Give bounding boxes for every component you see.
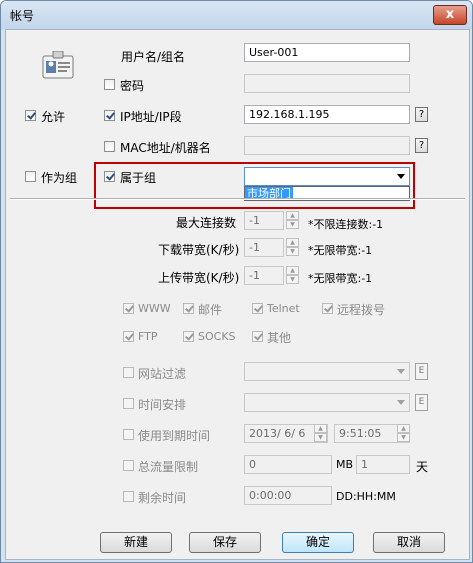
service-dialup-label: 远程拨号 [337,303,386,317]
password-checkbox[interactable] [104,79,115,90]
max-conn-input[interactable]: -1 [244,211,284,230]
cancel-button[interactable]: 取消 [373,532,445,553]
remaining-label: 剩余时间 [138,491,187,505]
allow-checkbox[interactable] [25,110,36,121]
service-mail-checkbox[interactable] [183,303,194,314]
window-title: 帐号 [10,9,35,23]
download-spinner[interactable]: ▲ ▼ [286,238,299,257]
account-dialog: 帐号 x 用户名/组名 User-001 密码 允许 IP地址/IP段 192.… [0,0,473,563]
service-ftp-label: FTP [138,330,158,343]
traffic-days-input[interactable]: 1 [356,455,410,474]
traffic-checkbox[interactable] [123,460,134,471]
time-schedule-edit-button[interactable]: E [415,394,428,411]
new-button[interactable]: 新建 [100,532,172,553]
service-mail-label: 邮件 [198,303,223,317]
ok-button[interactable]: 确定 [282,532,354,553]
service-other-label: 其他 [267,331,292,345]
service-www-label: WWW [138,302,171,315]
remaining-format: DD:HH:MM [336,490,396,503]
username-input[interactable]: User-001 [244,43,410,62]
upload-label: 上传带宽(K/秒) [158,271,240,285]
time-schedule-checkbox[interactable] [123,398,134,409]
site-filter-checkbox[interactable] [123,367,134,378]
dialog-body: 用户名/组名 User-001 密码 允许 IP地址/IP段 192.168.1… [5,29,470,560]
chevron-down-icon [397,400,405,405]
time-schedule-label: 时间安排 [138,398,187,412]
traffic-days-unit: 天 [416,460,429,474]
service-socks-label: SOCKS [198,330,236,343]
ip-label: IP地址/IP段 [120,110,182,124]
service-telnet-checkbox[interactable] [252,303,263,314]
site-filter-select[interactable] [244,362,410,381]
time-schedule-select[interactable] [244,393,410,412]
download-input[interactable]: -1 [244,238,284,257]
max-conn-label: 最大连接数 [176,216,237,230]
traffic-input[interactable]: 0 [244,455,332,474]
divider [10,198,465,200]
ip-checkbox[interactable] [104,110,115,121]
upload-input[interactable]: -1 [244,266,284,285]
belong-group-checkbox[interactable] [104,171,115,182]
upload-hint: *无限带宽:-1 [308,272,373,285]
remaining-checkbox[interactable] [123,491,134,502]
chevron-down-icon [397,369,405,374]
traffic-unit: MB [336,458,354,471]
upload-spinner[interactable]: ▲ ▼ [286,266,299,285]
max-conn-hint: *不限连接数:-1 [308,218,384,231]
mac-input[interactable] [244,136,410,155]
mac-checkbox[interactable] [104,141,115,152]
user-card-icon [42,51,74,79]
service-dialup-checkbox[interactable] [322,303,333,314]
expiry-label: 使用到期时间 [138,429,211,443]
service-ftp-checkbox[interactable] [123,331,134,342]
service-socks-checkbox[interactable] [183,331,194,342]
max-conn-spinner[interactable]: ▲ ▼ [286,211,299,230]
expiry-date-spinner[interactable]: ▲ ▼ [314,424,327,443]
ip-input[interactable]: 192.168.1.195 [244,105,410,124]
title-bar: 帐号 x [1,1,472,29]
mac-label: MAC地址/机器名 [120,141,211,155]
service-www-checkbox[interactable] [123,303,134,314]
download-hint: *无限带宽:-1 [308,244,373,257]
username-label: 用户名/组名 [121,50,186,64]
remaining-input[interactable]: 0:00:00 [244,486,332,505]
as-group-checkbox[interactable] [25,171,36,182]
password-label: 密码 [120,79,145,93]
traffic-label: 总流量限制 [138,460,199,474]
save-button[interactable]: 保存 [189,532,261,553]
belong-group-label: 属于组 [120,171,157,185]
allow-label: 允许 [41,110,66,124]
service-other-checkbox[interactable] [252,331,263,342]
service-telnet-label: Telnet [267,302,300,315]
site-filter-edit-button[interactable]: E [415,363,428,380]
chevron-down-icon [397,174,405,179]
site-filter-label: 网站过滤 [138,367,187,381]
expiry-checkbox[interactable] [123,429,134,440]
group-select[interactable] [244,167,410,186]
ip-help-button[interactable]: ? [415,107,428,122]
password-input[interactable] [244,74,410,93]
mac-help-button[interactable]: ? [415,138,428,153]
close-button[interactable]: x [433,5,467,25]
expiry-time-spinner[interactable]: ▲ ▼ [397,424,410,443]
download-label: 下载带宽(K/秒) [158,243,240,257]
as-group-label: 作为组 [41,171,78,185]
